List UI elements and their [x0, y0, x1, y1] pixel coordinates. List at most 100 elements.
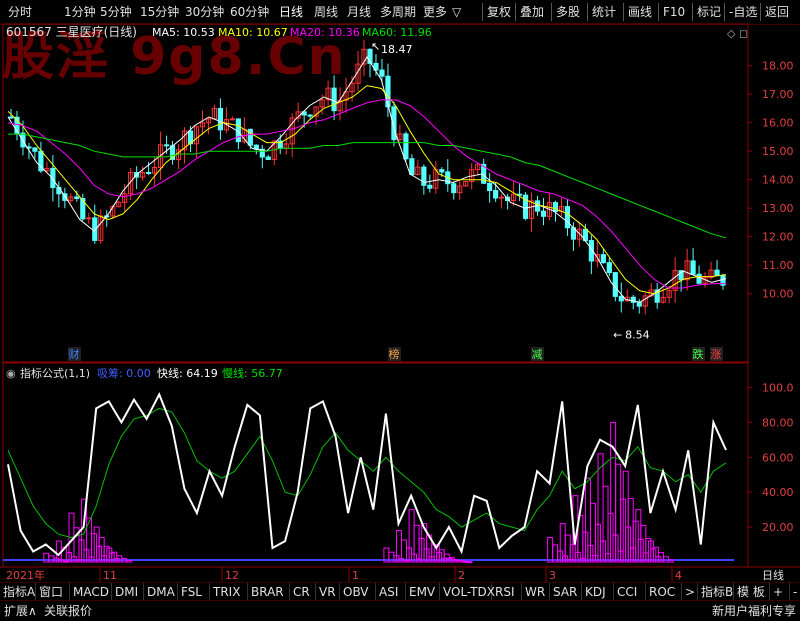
candle-body: [618, 295, 624, 302]
indicator-tab-21[interactable]: 指标B: [698, 583, 734, 601]
expand-button[interactable]: 扩展∧: [4, 602, 37, 620]
indicator-tick-label: 20.00: [762, 521, 794, 534]
ma10-value: MA10: 10.67: [218, 26, 288, 39]
candle-body: [636, 301, 642, 307]
indicator-tick-label: 80.00: [762, 416, 794, 429]
time-axis-label-1: 11: [103, 569, 117, 582]
candle-body: [146, 171, 152, 174]
indicator-tab-0[interactable]: 指标A: [0, 583, 36, 601]
indicator-tab-1[interactable]: 窗口: [36, 583, 70, 601]
indicator-tab-11[interactable]: ASI: [376, 583, 406, 601]
ma60-value: MA60: 11.96: [362, 26, 432, 39]
price-tick-label: 14.00: [762, 174, 794, 187]
indicator-tab-10[interactable]: OBV: [340, 583, 376, 601]
indicator-tab-6[interactable]: TRIX: [210, 583, 248, 601]
candle-body: [540, 210, 547, 217]
price-tick-label: 10.00: [762, 288, 794, 301]
indicator-tab-22[interactable]: 模 板: [734, 583, 770, 601]
candle-body: [409, 158, 415, 176]
time-axis-label-0: 2021年: [6, 568, 45, 582]
fast-line-value: 快线: 64.19: [157, 366, 218, 380]
indicator-tab-8[interactable]: CR: [290, 583, 316, 601]
candle-body: [493, 190, 499, 199]
event-marker-4: 涨: [711, 348, 722, 361]
ma5-value: MA5: 10.53: [152, 26, 215, 39]
indicator-tab-14[interactable]: RSI: [492, 583, 522, 601]
candle-body: [612, 272, 618, 297]
candle-body: [451, 183, 457, 194]
candle-body: [499, 196, 505, 199]
absorb-bar: [126, 560, 133, 563]
ma-line-ma60: [8, 133, 727, 239]
price-tick-label: 15.00: [762, 145, 794, 158]
event-marker-2: 减: [532, 348, 543, 361]
indicator-tab-16[interactable]: SAR: [550, 583, 582, 601]
event-marker-0: 财: [69, 347, 80, 361]
candle-body: [331, 87, 337, 112]
candle-body: [307, 114, 313, 117]
candle-body: [564, 206, 571, 229]
fast-line: [7, 391, 727, 557]
absorb-value: 吸筹: 0.00: [97, 366, 151, 380]
candle-body: [163, 144, 170, 147]
candlesticks: [8, 40, 726, 315]
low-price-label: 8.54: [625, 329, 650, 342]
indicator-tab-2[interactable]: MACD: [70, 583, 112, 601]
indicator-toggle-icon: ◉: [6, 367, 16, 380]
window-icon: ◻: [739, 27, 748, 40]
candle-body: [403, 133, 409, 160]
new-user-promo-link[interactable]: 新用户福利专享: [712, 602, 796, 620]
price-tick-label: 12.00: [762, 231, 794, 244]
ma-line-ma20: [7, 99, 727, 289]
candle-body: [8, 116, 14, 119]
absorb-bar: [461, 560, 468, 563]
absorb-bar: [48, 555, 55, 563]
slow-line: [7, 407, 727, 539]
indicator-tick-label: 40.00: [762, 486, 794, 499]
indicator-tab-13[interactable]: VOL-TDX: [440, 583, 495, 601]
absorb-bar: [547, 537, 554, 563]
indicator-tab-20[interactable]: >: [682, 583, 698, 601]
candle-body: [32, 147, 38, 152]
indicator-tab-17[interactable]: KDJ: [582, 583, 614, 601]
slow-line-value: 慢线: 56.77: [222, 366, 283, 380]
indicator-tab-4[interactable]: DMA: [144, 583, 178, 601]
stock-title: 601567 三星医疗(日线): [6, 25, 137, 39]
indicator-tab-23[interactable]: +: [770, 583, 790, 601]
candle-body: [385, 75, 391, 108]
candle-body: [217, 107, 224, 131]
indicator-tab-15[interactable]: WR: [522, 583, 550, 601]
indicator-tab-7[interactable]: BRAR: [248, 583, 290, 601]
candle-body: [714, 269, 720, 276]
time-axis-label-7: 日线: [762, 568, 784, 582]
status-bar: 扩展∧ 关联报价 新用户福利专享: [0, 600, 800, 621]
time-axis-label-3: 1: [352, 569, 359, 582]
high-arrow-icon: ↖: [371, 40, 380, 53]
low-arrow-icon: ←: [613, 329, 622, 342]
candle-body: [487, 182, 493, 192]
related-quote-button[interactable]: 关联报价: [44, 602, 92, 620]
price-tick-label: 13.00: [762, 202, 794, 215]
indicator-tab-9[interactable]: VR: [316, 583, 340, 601]
diamond-icon: ◇: [727, 27, 736, 40]
ma20-value: MA20: 10.36: [290, 26, 360, 39]
price-tick-label: 17.00: [762, 88, 794, 101]
indicator-tick-label: 100.0: [762, 381, 794, 394]
time-axis-label-2: 12: [225, 569, 239, 582]
indicator-tab-18[interactable]: CCI: [614, 583, 646, 601]
chart-area[interactable]: 10.00 11.00 12.00 13.00 14.00 15.00 16.00 17.00…: [0, 0, 800, 582]
candle-body: [265, 156, 271, 161]
price-tick-label: 11.00: [762, 259, 794, 272]
indicator-tab-5[interactable]: FSL: [178, 583, 210, 601]
absorb-bar: [466, 561, 473, 564]
candle-body: [379, 69, 385, 77]
candle-body: [439, 169, 445, 173]
candle-body: [552, 202, 559, 213]
indicator-tab-19[interactable]: ROC: [646, 583, 682, 601]
indicator-tab-3[interactable]: DMI: [112, 583, 144, 601]
indicator-tab-24[interactable]: -: [790, 583, 800, 601]
candle-body: [606, 262, 612, 274]
candle-body: [696, 273, 702, 284]
indicator-tab-12[interactable]: EMV: [406, 583, 440, 601]
indicator-tick-label: 60.00: [762, 451, 794, 464]
